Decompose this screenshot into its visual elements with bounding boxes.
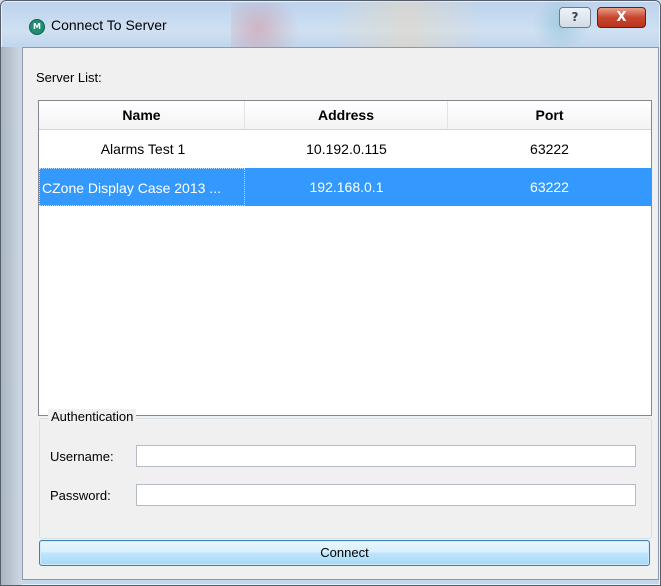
close-button[interactable]: X	[597, 7, 646, 28]
column-header-name[interactable]: Name	[39, 101, 245, 129]
help-button[interactable]: ?	[559, 7, 591, 28]
dialog-body: Server List: Name Address Port Alarms Te…	[22, 47, 659, 580]
app-icon: M	[29, 19, 45, 35]
table-header: Name Address Port	[39, 101, 651, 130]
title-bar[interactable]: M Connect To Server ? X	[1, 1, 660, 47]
connect-dialog: M Connect To Server ? X Server List: Nam…	[0, 0, 661, 586]
username-input[interactable]	[136, 445, 636, 467]
window-title: Connect To Server	[51, 17, 167, 33]
connect-button[interactable]: Connect	[39, 540, 650, 566]
table-row-selected[interactable]: CZone Display Case 2013 ... 192.168.0.1 …	[39, 168, 651, 206]
table-row[interactable]: Alarms Test 1 10.192.0.115 63222	[39, 130, 651, 168]
cell-address: 192.168.0.1	[309, 179, 384, 195]
server-table[interactable]: Name Address Port Alarms Test 1 10.192.0…	[38, 100, 652, 416]
password-label: Password:	[50, 488, 111, 503]
column-header-port[interactable]: Port	[448, 101, 651, 129]
column-header-address[interactable]: Address	[245, 101, 448, 129]
cell-address: 10.192.0.115	[306, 141, 387, 157]
window-edge	[1, 47, 22, 585]
background-blur	[331, 1, 481, 47]
cell-port: 63222	[530, 179, 569, 195]
authentication-group-title: Authentication	[48, 409, 137, 424]
cell-name: CZone Display Case 2013 ...	[39, 168, 245, 206]
authentication-group: Authentication Username: Password:	[39, 409, 652, 539]
background-blur	[231, 3, 321, 47]
username-label: Username:	[50, 449, 114, 464]
server-list-label: Server List:	[36, 70, 102, 85]
password-input[interactable]	[136, 484, 636, 506]
cell-name: Alarms Test 1	[100, 141, 186, 157]
cell-port: 63222	[530, 141, 569, 157]
